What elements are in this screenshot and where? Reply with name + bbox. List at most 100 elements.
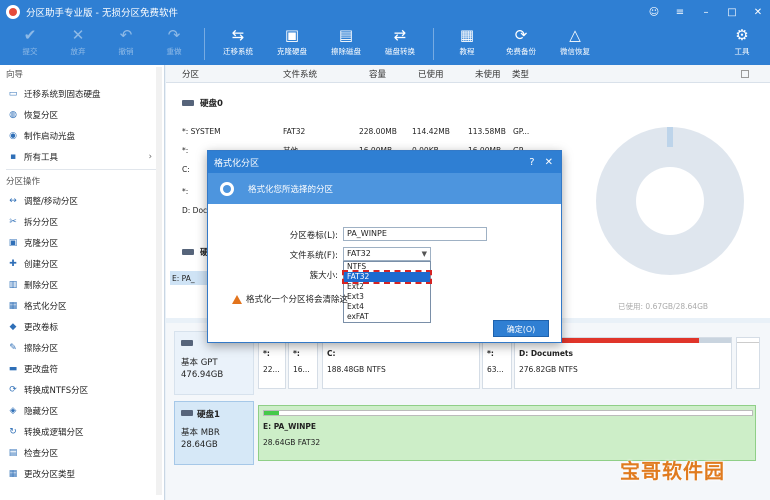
disk-icon xyxy=(181,340,193,346)
filesystem-label: 文件系统(F): xyxy=(289,251,338,261)
menu-icon[interactable]: ≡ xyxy=(674,7,686,18)
filesystem-select[interactable]: FAT32 ▼ xyxy=(343,247,431,261)
partition-block[interactable]: *: 22... xyxy=(258,337,286,389)
fs-option-ext3[interactable]: Ext3 xyxy=(344,292,430,302)
recover-icon: △ xyxy=(569,26,581,44)
sidebar-item-to-logical[interactable]: ↻ 转换成逻辑分区 xyxy=(0,421,164,442)
feedback-icon[interactable]: ☺ xyxy=(648,7,660,18)
ntfs-icon: ⟳ xyxy=(9,384,17,395)
usage-fill xyxy=(264,411,279,415)
undo-button[interactable]: ↶ 撤销 xyxy=(102,24,150,57)
hide-icon: ◈ xyxy=(9,405,17,416)
sidebar-item-to-ntfs[interactable]: ⟳ 转换成NTFS分区 xyxy=(0,379,164,400)
commit-button[interactable]: ✔ 提交 xyxy=(6,24,54,57)
sidebar-item-all-tools[interactable]: ▪ 所有工具 › xyxy=(0,146,164,167)
minimize-icon[interactable]: – xyxy=(700,7,712,18)
wipe-disk-button[interactable]: ▤ 擦除磁盘 xyxy=(319,24,373,57)
sidebar-item-boot-disc[interactable]: ◉ 制作启动光盘 xyxy=(0,125,164,146)
redo-button[interactable]: ↷ 重做 xyxy=(150,24,198,57)
partition-block-e[interactable]: E: PA_WINPE 28.64GB FAT32 xyxy=(258,405,756,461)
sidebar-item-change-type[interactable]: ▦ 更改分区类型 xyxy=(0,463,164,484)
sidebar-item-change-label[interactable]: ◆ 更改卷标 xyxy=(0,316,164,337)
cancel-icon: ✕ xyxy=(71,26,85,44)
table-row-selected[interactable]: E: PA_ xyxy=(170,271,208,285)
tools-icon: ⚙ xyxy=(735,26,749,44)
maximize-icon[interactable]: □ xyxy=(726,7,738,18)
usage-chart-pane: 已使用: 0.67GB/28.64GB xyxy=(576,83,770,318)
settings-icon[interactable] xyxy=(741,69,749,78)
watermark-text: 宝哥软件园 xyxy=(620,459,725,483)
col-partition[interactable]: 分区 xyxy=(182,68,199,80)
chevron-down-icon: ▼ xyxy=(421,250,427,258)
disk-convert-button[interactable]: ⇄ 磁盘转换 xyxy=(373,24,427,57)
sidebar-item-hide[interactable]: ◈ 隐藏分区 xyxy=(0,400,164,421)
sidebar-item-resize[interactable]: ↔ 调整/移动分区 xyxy=(0,190,164,211)
partition-block-c[interactable]: C: 188.48GB NTFS xyxy=(322,337,480,389)
partition-block[interactable]: *: 16... xyxy=(288,337,318,389)
sidebar-item-format[interactable]: ▦ 格式化分区 xyxy=(0,295,164,316)
disk-icon xyxy=(182,249,194,255)
sidebar-item-restore-partition[interactable]: ◍ 恢复分区 xyxy=(0,104,164,125)
tutorial-icon: ▦ xyxy=(459,26,475,44)
tutorial-button[interactable]: ▦ 教程 xyxy=(440,24,494,57)
migrate-ssd-icon: ▭ xyxy=(8,88,18,99)
col-filesystem[interactable]: 文件系统 xyxy=(283,68,317,80)
filesystem-dropdown-list: NTFS FAT32 Ext2 Ext3 Ext4 exFAT xyxy=(342,261,432,323)
migrate-system-button[interactable]: ⇆ 迁移系统 xyxy=(211,24,265,57)
volume-label-input[interactable]: PA_WINPE xyxy=(343,227,487,241)
volume-label-label: 分区卷标(L): xyxy=(289,231,338,241)
sidebar-item-delete[interactable]: ▥ 删除分区 xyxy=(0,274,164,295)
help-icon[interactable]: ? xyxy=(529,157,534,168)
wipe-icon: ▤ xyxy=(338,26,354,44)
migrate-icon: ⇆ xyxy=(231,26,245,44)
letter-icon: ▬ xyxy=(8,363,18,374)
clone-disk-button[interactable]: ▣ 克隆硬盘 xyxy=(265,24,319,57)
fs-option-fat32[interactable]: FAT32 xyxy=(342,270,432,284)
window-title: 分区助手专业版 - 无损分区免费软件 xyxy=(26,8,178,19)
close-icon[interactable]: ✕ xyxy=(752,7,764,18)
sidebar: 向导 ▭ 迁移系统到固态硬盘 ◍ 恢复分区 ◉ 制作启动光盘 ▪ 所有工具 › 分区操作 … xyxy=(0,65,165,500)
resize-icon: ↔ xyxy=(9,195,17,206)
title-bar: 分区助手专业版 - 无损分区免费软件 ☺ ≡ – □ ✕ xyxy=(0,0,770,24)
ok-button[interactable]: 确定(O) xyxy=(493,320,549,337)
sidebar-item-erase[interactable]: ✎ 擦除分区 xyxy=(0,337,164,358)
fs-option-ntfs[interactable]: NTFS xyxy=(344,262,430,272)
sidebar-item-migrate-ssd[interactable]: ▭ 迁移系统到固态硬盘 xyxy=(0,83,164,104)
tools-button[interactable]: ⚙ 工具 xyxy=(718,24,766,57)
toolbar-divider xyxy=(433,28,434,60)
fs-option-ext2[interactable]: Ext2 xyxy=(344,282,430,292)
sidebar-item-create[interactable]: ✚ 创建分区 xyxy=(0,253,164,274)
check-icon: ▤ xyxy=(8,447,18,458)
fs-option-exfat[interactable]: exFAT xyxy=(344,312,430,322)
cluster-size-label: 簇大小: xyxy=(309,271,338,281)
close-icon[interactable]: ✕ xyxy=(545,157,553,168)
toolbar-divider xyxy=(204,28,205,60)
logical-icon: ↻ xyxy=(9,426,17,437)
col-type[interactable]: 类型 xyxy=(512,68,529,80)
sidebar-item-check[interactable]: ▤ 检查分区 xyxy=(0,442,164,463)
sidebar-item-clone[interactable]: ▣ 克隆分区 xyxy=(0,232,164,253)
disk1-card[interactable]: 硬盘1 基本 MBR 28.64GB xyxy=(174,401,254,465)
col-used[interactable]: 已使用 xyxy=(418,68,444,80)
sidebar-item-change-letter[interactable]: ▬ 更改盘符 xyxy=(0,358,164,379)
col-free[interactable]: 未使用 xyxy=(475,68,501,80)
tools-icon: ▪ xyxy=(9,151,17,162)
partition-block-unallocated[interactable] xyxy=(736,337,760,389)
sidebar-item-split[interactable]: ✂ 拆分分区 xyxy=(0,211,164,232)
format-warning: 格式化一个分区将会清除这 xyxy=(232,293,348,305)
dialog-title: 格式化分区 xyxy=(214,158,260,169)
disk-icon xyxy=(181,410,193,416)
disk0-header: 硬盘0 xyxy=(182,97,223,109)
partition-block[interactable]: *: 63... xyxy=(482,337,512,389)
col-capacity[interactable]: 容量 xyxy=(369,68,386,80)
fs-option-ext4[interactable]: Ext4 xyxy=(344,302,430,312)
sidebar-scrollbar[interactable] xyxy=(156,67,162,495)
discard-button[interactable]: ✕ 放弃 xyxy=(54,24,102,57)
disk-icon xyxy=(182,100,194,106)
partition-table-header: 分区 文件系统 容量 已使用 未使用 类型 xyxy=(166,65,770,83)
partition-block-d[interactable]: D: Documets 276.82GB NTFS xyxy=(514,337,732,389)
check-icon: ✔ xyxy=(23,26,37,44)
free-backup-button[interactable]: ⟳ 免费备份 xyxy=(494,24,548,57)
wechat-recover-button[interactable]: △ 微信恢复 xyxy=(548,24,602,57)
backup-icon: ⟳ xyxy=(514,26,528,44)
